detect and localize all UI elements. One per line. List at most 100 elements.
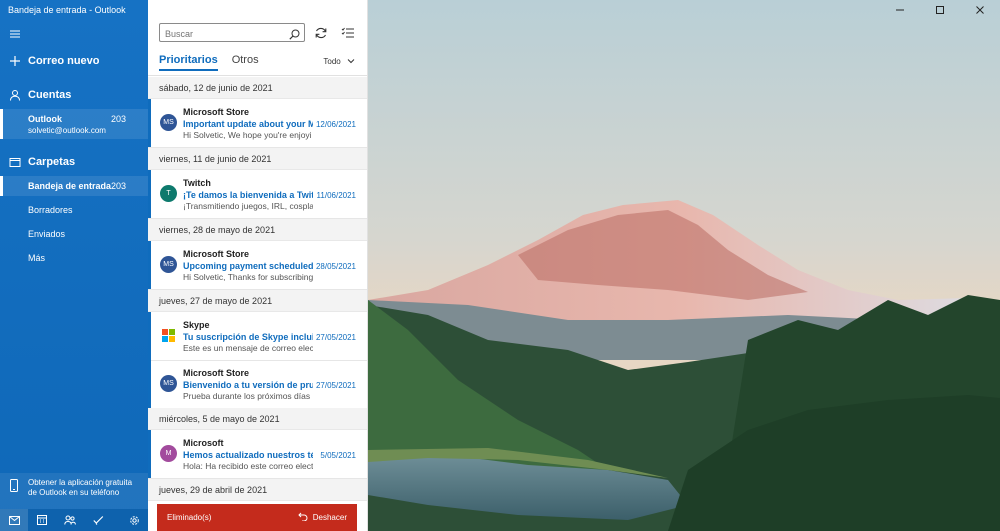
message-item[interactable]: MS Microsoft Store Important update abou…: [148, 99, 367, 148]
mail-icon[interactable]: [0, 509, 28, 531]
message-sender: Microsoft Store: [183, 368, 250, 378]
folder-sent[interactable]: Enviados: [0, 224, 148, 244]
promo-line-1: Obtener la aplicación gratuita: [28, 478, 133, 487]
message-sender: Twitch: [183, 178, 211, 188]
message-subject: Bienvenido a tu versión de prueba: [183, 380, 313, 390]
toast-message: Eliminado(s): [167, 513, 212, 522]
message-item[interactable]: T Twitch ¡Te damos la bienvenida a Twitc…: [148, 170, 367, 219]
reading-pane-background: [368, 0, 1000, 531]
folder-icon: [9, 156, 21, 168]
new-mail-label: Correo nuevo: [28, 55, 100, 67]
avatar: T: [160, 185, 177, 202]
avatar: M: [160, 445, 177, 462]
avatar: MS: [160, 114, 177, 131]
minimize-icon[interactable]: [880, 0, 920, 20]
message-item[interactable]: MS Microsoft Store Upcoming payment sche…: [148, 241, 367, 290]
message-item[interactable]: Skype Tu suscripción de Skype incluida c…: [148, 312, 367, 361]
get-mobile-app-promo[interactable]: Obtener la aplicación gratuita de Outloo…: [0, 473, 148, 509]
people-icon[interactable]: [56, 509, 84, 531]
account-unread-count: 203: [110, 114, 126, 124]
message-date: 28/05/2021: [315, 262, 356, 271]
date-group-header: jueves, 27 de mayo de 2021: [148, 290, 367, 312]
accounts-label: Cuentas: [28, 89, 72, 101]
message-subject: Hemos actualizado nuestros términ: [183, 450, 313, 460]
message-preview: Hola: Ha recibido este correo electr: [183, 461, 313, 471]
tab-other[interactable]: Otros: [232, 54, 259, 74]
undo-button[interactable]: Deshacer: [298, 512, 347, 523]
date-group-header: sábado, 12 de junio de 2021: [148, 77, 367, 99]
message-date: 27/05/2021: [315, 381, 356, 390]
message-sender: Microsoft: [183, 438, 224, 448]
search-input[interactable]: [160, 25, 280, 43]
folder-inbox[interactable]: Bandeja de entrada 203: [0, 176, 148, 196]
accounts-header[interactable]: Cuentas: [0, 86, 148, 104]
folder-label: Más: [28, 253, 46, 263]
message-preview: Hi Solvetic, We hope you're enjoyi: [183, 130, 312, 140]
date-group-header: miércoles, 5 de mayo de 2021: [148, 408, 367, 430]
window-title: Bandeja de entrada - Outlook: [8, 5, 126, 15]
folder-more[interactable]: Más: [0, 248, 148, 268]
new-mail-button[interactable]: Correo nuevo: [0, 52, 148, 70]
sync-icon[interactable]: [314, 26, 328, 40]
search-box[interactable]: [159, 23, 305, 45]
avatar: MS: [160, 256, 177, 273]
close-icon[interactable]: [960, 0, 1000, 20]
windows-logo-icon: [160, 327, 177, 344]
folder-label: Enviados: [28, 229, 66, 239]
filter-label: Todo: [323, 57, 341, 66]
account-outlook[interactable]: Outlook solvetic@outlook.com 203: [0, 109, 148, 139]
message-sender: Skype: [183, 320, 210, 330]
person-icon: [9, 89, 21, 101]
folder-unread-count: 203: [110, 181, 126, 191]
message-preview: Este es un mensaje de correo electr: [183, 343, 313, 353]
tab-focused[interactable]: Prioritarios: [159, 54, 218, 74]
maximize-icon[interactable]: [920, 0, 960, 20]
hamburger-menu-icon[interactable]: [9, 27, 21, 39]
message-preview: Prueba durante los próximos días: [183, 391, 311, 401]
folder-drafts[interactable]: Borradores: [0, 200, 148, 220]
message-date: 27/05/2021: [315, 333, 356, 342]
undo-icon: [298, 512, 308, 523]
navigation-pane: Bandeja de entrada - Outlook Correo nuev…: [0, 0, 148, 531]
message-subject: Upcoming payment scheduled for: [183, 261, 313, 271]
folders-header[interactable]: Carpetas: [0, 153, 148, 171]
account-name: Outlook: [28, 113, 62, 124]
undo-label: Deshacer: [312, 513, 347, 522]
deleted-notification: Eliminado(s) Deshacer: [157, 504, 357, 531]
inbox-tabs: Prioritarios Otros: [159, 54, 273, 74]
message-subject: Tu suscripción de Skype incluida c: [183, 332, 313, 342]
message-item[interactable]: M Microsoft Hemos actualizado nuestros t…: [148, 430, 367, 479]
date-group-header: viernes, 28 de mayo de 2021: [148, 219, 367, 241]
search-icon[interactable]: [289, 27, 300, 45]
message-date: 5/05/2021: [320, 451, 356, 460]
mountain-landscape-image: [368, 0, 1000, 531]
message-sender: Microsoft Store: [183, 107, 250, 117]
message-subject: ¡Te damos la bienvenida a Twitch!: [183, 190, 313, 200]
filter-dropdown[interactable]: Todo: [323, 57, 355, 66]
message-item[interactable]: MS Microsoft Store Bienvenido a tu versi…: [148, 360, 367, 409]
tab-divider: [148, 75, 367, 76]
avatar: MS: [160, 375, 177, 392]
account-email: solvetic@outlook.com: [28, 125, 106, 135]
date-group-header: viernes, 11 de junio de 2021: [148, 148, 367, 170]
folder-label: Bandeja de entrada: [28, 181, 112, 191]
selection-mode-icon[interactable]: [341, 26, 355, 40]
message-date: 12/06/2021: [315, 120, 356, 129]
app-switcher-bar: [0, 509, 148, 531]
message-preview: Hi Solvetic, Thanks for subscribing: [183, 272, 313, 282]
folders-label: Carpetas: [28, 156, 76, 168]
phone-icon: [10, 479, 18, 495]
message-subject: Important update about your Micr: [183, 119, 313, 129]
promo-line-2: de Outlook en su teléfono: [28, 488, 120, 497]
message-sender: Microsoft Store: [183, 249, 250, 259]
chevron-down-icon: [347, 57, 355, 66]
message-list-pane: Prioritarios Otros Todo sábado, 12 de ju…: [148, 0, 368, 531]
message-date: 11/06/2021: [316, 191, 356, 200]
plus-icon: [9, 55, 21, 67]
message-preview: ¡Transmitiendo juegos, IRL, cosplay: [183, 201, 313, 211]
date-group-header: jueves, 29 de abril de 2021: [148, 479, 367, 501]
calendar-icon[interactable]: [28, 509, 56, 531]
settings-icon[interactable]: [120, 509, 148, 531]
folder-label: Borradores: [28, 205, 73, 215]
todo-icon[interactable]: [84, 509, 112, 531]
